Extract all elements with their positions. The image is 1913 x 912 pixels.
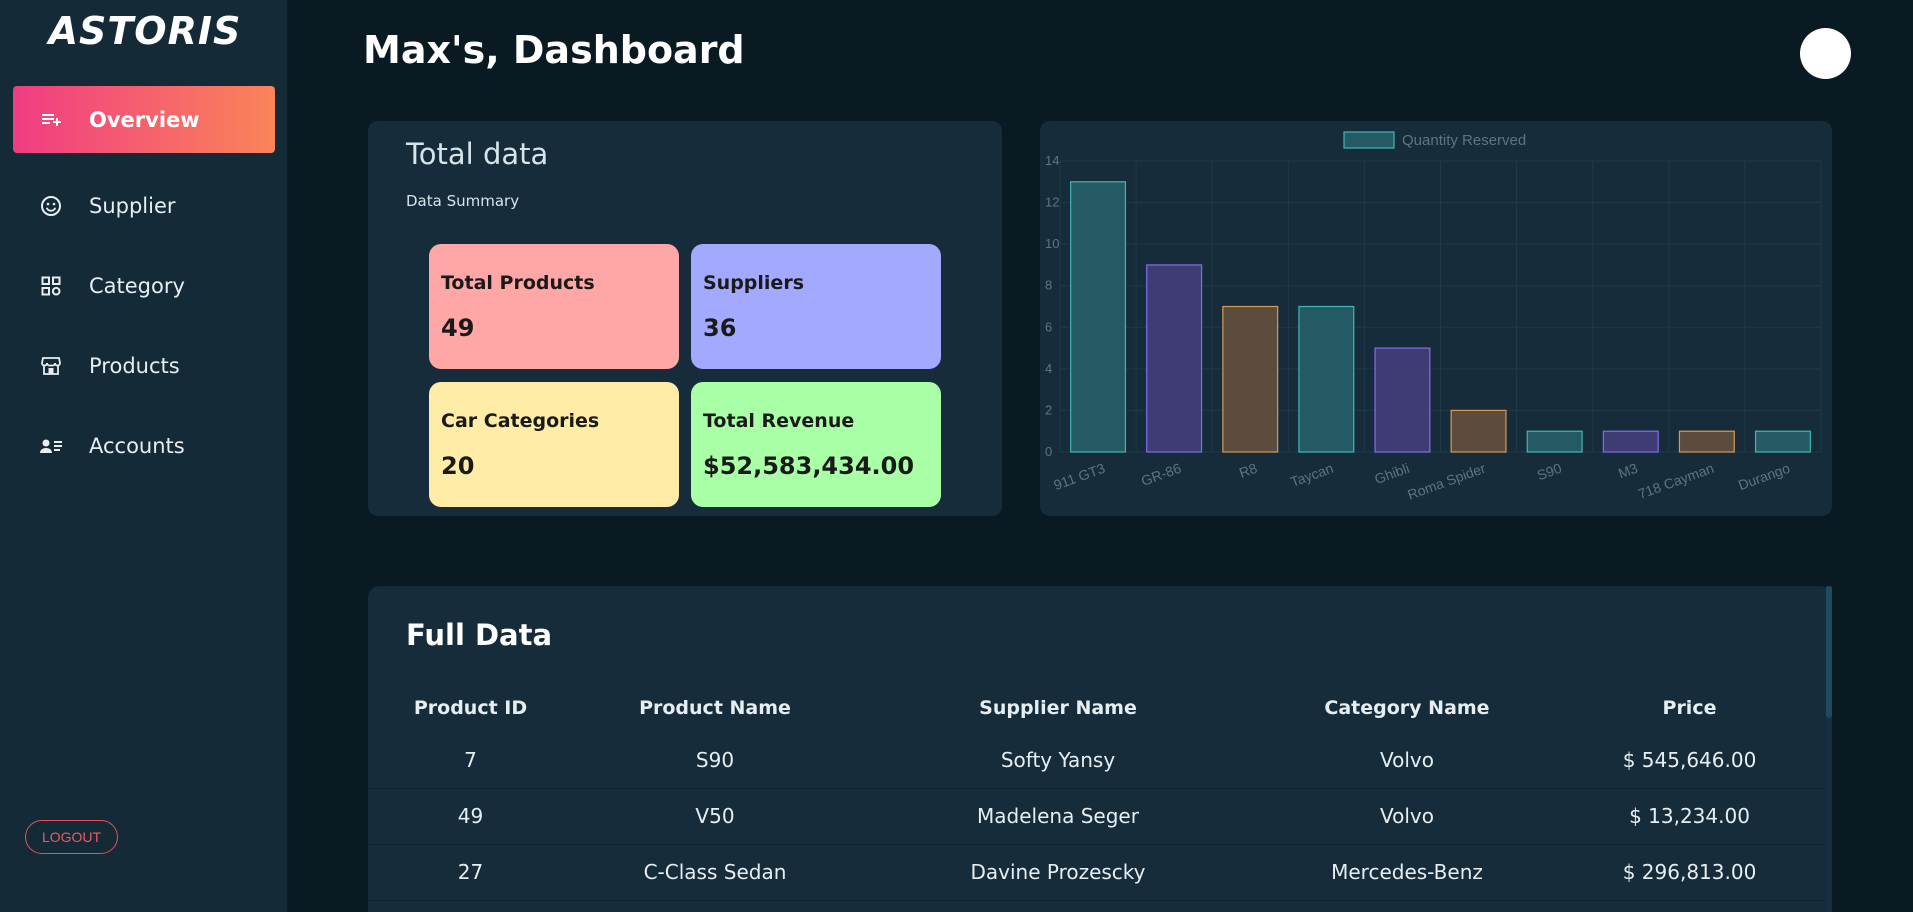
- table-cell: Volvo: [1259, 788, 1555, 845]
- column-header[interactable]: Category Name: [1259, 684, 1555, 732]
- table-cell: Mercedes-Benz: [1259, 844, 1555, 901]
- stat-car-categories: Car Categories 20: [429, 382, 679, 507]
- bar: [1754, 430, 1811, 453]
- x-tick-label: Taycan: [1288, 460, 1335, 490]
- sidebar-item-products[interactable]: Products: [13, 332, 275, 399]
- table-cell: Davine Prozescky: [857, 844, 1259, 901]
- playlist-add-icon: [37, 106, 65, 134]
- stat-total-products: Total Products 49: [429, 244, 679, 369]
- table-cell: $ 13,234.00: [1555, 788, 1824, 845]
- sidebar-item-category[interactable]: Category: [13, 252, 275, 319]
- sidebar-item-label: Accounts: [89, 433, 185, 458]
- table-cell: $ 296,813.00: [1555, 844, 1824, 901]
- stat-value: 20: [441, 452, 475, 480]
- bar: [1374, 347, 1431, 453]
- table-cell: S90: [573, 732, 857, 789]
- table-cell: $ 545,646.00: [1555, 732, 1824, 789]
- x-tick-label: Durango: [1736, 460, 1792, 493]
- legend-swatch: [1343, 131, 1395, 149]
- table-cell: Madelena Seger: [857, 788, 1259, 845]
- y-tick-label: 8: [1045, 278, 1052, 293]
- smiley-icon: [37, 192, 65, 220]
- sidebar-item-accounts[interactable]: Accounts: [13, 412, 275, 479]
- y-tick-label: 4: [1045, 361, 1052, 376]
- sidebar: ASTORIS Overview Supplier Category Produ…: [0, 0, 287, 912]
- page-title: Max's, Dashboard: [363, 28, 745, 72]
- table-row[interactable]: 7 S90 Softy Yansy Volvo $ 545,646.00: [368, 732, 1824, 789]
- y-tick-label: 2: [1045, 402, 1052, 417]
- avatar[interactable]: [1800, 28, 1851, 79]
- stat-value: 49: [441, 314, 475, 342]
- table-header-row: Product ID Product Name Supplier Name Ca…: [368, 684, 1824, 732]
- y-tick-label: 10: [1045, 236, 1059, 251]
- bar: [1678, 430, 1735, 453]
- stat-total-revenue: Total Revenue $52,583,434.00: [691, 382, 941, 507]
- summary-title: Total data: [406, 137, 549, 171]
- table-cell: 27: [368, 844, 573, 901]
- summary-card: Total data Data Summary Total Products 4…: [368, 121, 1002, 516]
- table-cell: 49: [368, 788, 573, 845]
- stat-label: Total Products: [441, 272, 595, 294]
- sidebar-item-label: Products: [89, 353, 180, 378]
- stat-label: Car Categories: [441, 410, 600, 432]
- y-tick-label: 14: [1045, 153, 1059, 168]
- x-tick-label: 718 Cayman: [1636, 460, 1716, 502]
- x-tick-label: Roma Spider: [1405, 460, 1488, 503]
- logo: ASTORIS: [48, 9, 242, 53]
- x-tick-label: GR-86: [1139, 460, 1183, 489]
- y-tick-label: 6: [1045, 319, 1052, 334]
- logout-button[interactable]: LOGOUT: [25, 820, 118, 854]
- y-tick-label: 12: [1045, 195, 1059, 210]
- bar: [1450, 409, 1507, 453]
- sidebar-item-overview[interactable]: Overview: [13, 86, 275, 153]
- sidebar-item-label: Supplier: [89, 193, 176, 218]
- x-tick-label: M3: [1616, 460, 1640, 482]
- table-cell: Softy Yansy: [857, 732, 1259, 789]
- bar: [1070, 181, 1127, 453]
- column-header[interactable]: Product Name: [573, 684, 857, 732]
- table-cell: 7: [368, 732, 573, 789]
- x-tick-label: Ghibli: [1372, 460, 1411, 487]
- stat-suppliers: Suppliers 36: [691, 244, 941, 369]
- column-header[interactable]: Product ID: [368, 684, 573, 732]
- x-tick-label: 911 GT3: [1051, 460, 1107, 493]
- bar: [1526, 430, 1583, 453]
- y-tick-label: 0: [1045, 444, 1052, 459]
- sidebar-item-supplier[interactable]: Supplier: [13, 172, 275, 239]
- bar: [1146, 264, 1203, 453]
- bar: [1222, 305, 1279, 453]
- table-cell: C-Class Sedan: [573, 844, 857, 901]
- x-tick-label: R8: [1237, 460, 1259, 481]
- stat-label: Suppliers: [703, 272, 805, 294]
- column-header[interactable]: Price: [1555, 684, 1824, 732]
- data-table: Product ID Product Name Supplier Name Ca…: [368, 684, 1824, 901]
- scrollbar[interactable]: [1826, 586, 1832, 912]
- table-cell: Volvo: [1259, 732, 1555, 789]
- full-data-card: Full Data Product ID Product Name Suppli…: [368, 586, 1832, 912]
- stat-value: $52,583,434.00: [703, 452, 915, 480]
- table-cell: V50: [573, 788, 857, 845]
- bar-chart: 0 2 4 6 8 10 12 14 911 GT3 GR-86 R8 Taycan GhibliRom…: [1045, 131, 1822, 503]
- column-header[interactable]: Supplier Name: [857, 684, 1259, 732]
- legend-label: Quantity Reserved: [1402, 132, 1526, 149]
- table-row[interactable]: 27 C-Class Sedan Davine Prozescky Merced…: [368, 844, 1824, 901]
- stat-label: Total Revenue: [703, 410, 855, 432]
- sidebar-item-label: Category: [89, 273, 185, 298]
- bar: [1602, 430, 1659, 453]
- grid-icon: [37, 272, 65, 300]
- chart-card: 0 2 4 6 8 10 12 14 911 GT3 GR-86 R8 Taycan Ghibli Rom…: [1040, 121, 1832, 516]
- x-tick-label: S90: [1535, 460, 1564, 484]
- summary-subtitle: Data Summary: [406, 192, 520, 210]
- sidebar-item-label: Overview: [89, 107, 200, 132]
- stat-value: 36: [703, 314, 737, 342]
- contact-list-icon: [37, 432, 65, 460]
- bar: [1298, 305, 1355, 453]
- scrollbar-thumb[interactable]: [1826, 586, 1832, 718]
- store-icon: [37, 352, 65, 380]
- table-row[interactable]: 49 V50 Madelena Seger Volvo $ 13,234.00: [368, 788, 1824, 845]
- full-data-title: Full Data: [406, 618, 553, 652]
